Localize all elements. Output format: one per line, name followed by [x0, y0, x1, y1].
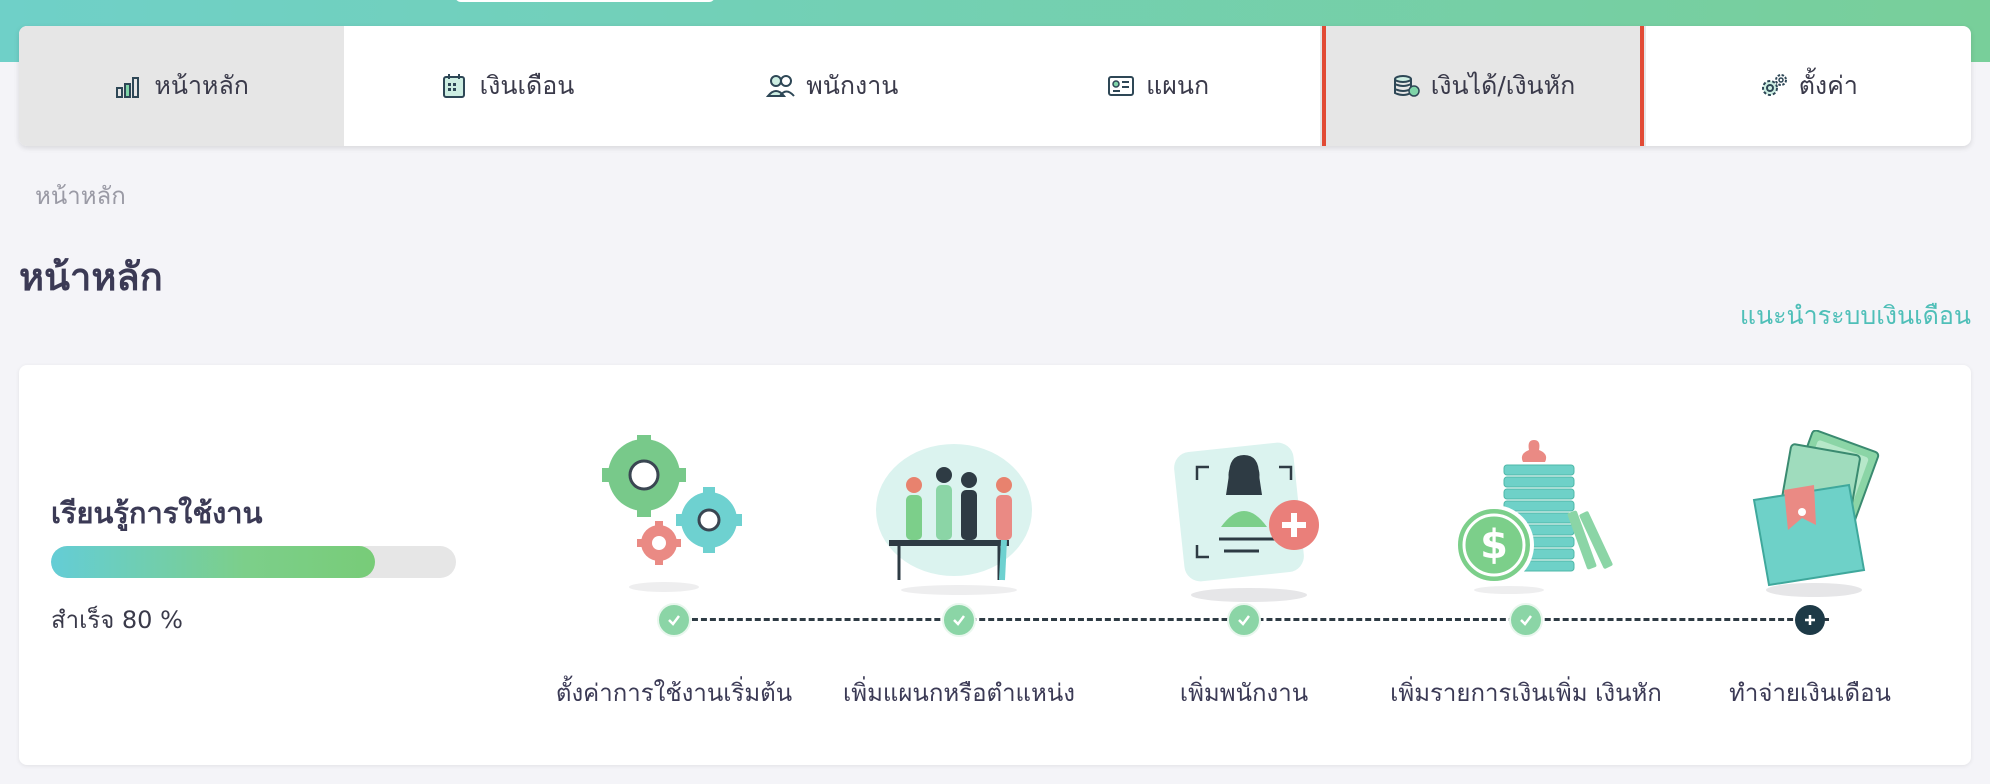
nav-item-home[interactable]: หน้าหลัก [19, 26, 345, 146]
banner-tab [455, 0, 715, 2]
step-label[interactable]: เพิ่มรายการเงินเพิ่ม เงินหัก [1390, 673, 1662, 712]
id-card-icon [1108, 76, 1135, 96]
gears-illustration[interactable] [599, 435, 759, 595]
team-illustration[interactable] [874, 440, 1044, 600]
nav-label: ตั้งค่า [1798, 71, 1858, 100]
calendar-icon [442, 74, 465, 98]
gears-icon [1761, 74, 1787, 96]
check-icon [1238, 615, 1250, 626]
breadcrumb[interactable]: หน้าหลัก [35, 176, 126, 215]
nav-label: แผนก [1146, 71, 1210, 100]
nav-label: เงินได้/เงินหัก [1430, 71, 1576, 100]
money-stack-icon [1393, 75, 1420, 97]
check-icon [953, 615, 965, 626]
step-status-done [1227, 603, 1261, 637]
plus-icon [1805, 615, 1815, 625]
nav-label: พนักงาน [806, 71, 899, 100]
check-icon [668, 615, 680, 626]
nav-label: เงินเดือน [479, 71, 575, 100]
onboarding-steps: $ ตั้งค่าการใช้งานเริ่มต้น เพิ่มแผนกหรือ… [19, 365, 1971, 765]
onboarding-card: เรียนรู้การใช้งาน สำเร็จ 80 % $ ตั้งค่าก… [19, 365, 1971, 765]
step-label[interactable]: ตั้งค่าการใช้งานเริ่มต้น [556, 673, 792, 712]
svg-text:$: $ [1480, 522, 1508, 568]
bar-chart-icon [116, 77, 140, 98]
nav-item-department[interactable]: แผนก [995, 26, 1320, 146]
step-status-todo[interactable] [1795, 605, 1825, 635]
step-label[interactable]: เพิ่มแผนกหรือตำแหน่ง [843, 673, 1075, 712]
main-nav: หน้าหลัก เงินเดือน พนักงาน แผนก เงินได้/… [19, 26, 1971, 146]
step-label[interactable]: ทำจ่ายเงินเดือน [1729, 673, 1891, 712]
coins-illustration[interactable]: $ [1449, 440, 1629, 600]
users-icon [766, 75, 796, 97]
page-title: หน้าหลัก [19, 255, 163, 299]
nav-item-salary[interactable]: เงินเดือน [344, 26, 669, 146]
add-employee-illustration[interactable] [1169, 435, 1329, 605]
nav-item-income-deduction[interactable]: เงินได้/เงินหัก [1320, 26, 1646, 146]
nav-label: หน้าหลัก [154, 71, 249, 100]
wallet-illustration[interactable] [1744, 430, 1894, 600]
nav-item-employees[interactable]: พนักงาน [670, 26, 995, 146]
check-icon [1520, 615, 1532, 626]
guide-link[interactable]: แนะนำระบบเงินเดือน [1740, 296, 1971, 336]
step-status-done [1509, 603, 1543, 637]
step-status-done [657, 603, 691, 637]
nav-item-settings[interactable]: ตั้งค่า [1646, 26, 1971, 146]
step-status-done [942, 603, 976, 637]
step-label[interactable]: เพิ่มพนักงาน [1180, 673, 1308, 712]
